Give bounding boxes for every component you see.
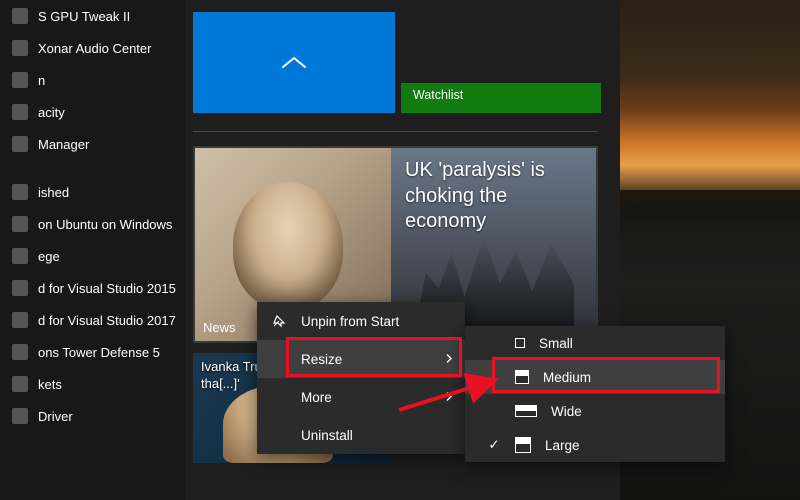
resize-option-medium[interactable]: Medium	[465, 360, 725, 394]
group-separator	[193, 131, 598, 132]
app-list-item[interactable]: Manager	[0, 128, 185, 160]
app-list-item[interactable]: ished	[0, 176, 185, 208]
tile-watchlist[interactable]: Watchlist	[401, 83, 601, 113]
app-label: ished	[38, 185, 69, 200]
menu-label: More	[301, 390, 332, 405]
resize-option-wide[interactable]: Wide	[465, 394, 725, 428]
app-list-item[interactable]: Driver	[0, 400, 185, 432]
app-list-item[interactable]: acity	[0, 96, 185, 128]
menu-label: Unpin from Start	[301, 314, 399, 329]
app-icon	[12, 40, 28, 56]
size-small-icon	[515, 338, 525, 348]
option-label: Small	[539, 336, 573, 351]
app-label: Manager	[38, 137, 89, 152]
app-label: Driver	[38, 409, 73, 424]
tile-context-menu: Unpin from Start Resize More Uninstall	[257, 302, 465, 454]
app-icon	[12, 8, 28, 24]
resize-option-small[interactable]: Small	[465, 326, 725, 360]
app-icon	[12, 344, 28, 360]
app-list-item[interactable]: kets	[0, 368, 185, 400]
app-list-item[interactable]: on Ubuntu on Windows	[0, 208, 185, 240]
app-label: n	[38, 73, 45, 88]
chevron-right-icon	[445, 352, 453, 367]
check-icon: ✓	[487, 437, 501, 453]
size-wide-icon	[515, 405, 537, 417]
menu-uninstall[interactable]: Uninstall	[257, 416, 465, 454]
app-list-item[interactable]: d for Visual Studio 2015	[0, 272, 185, 304]
tile-generic-blue[interactable]	[193, 12, 395, 113]
resize-option-large[interactable]: ✓ Large	[465, 428, 725, 462]
app-list-item[interactable]: Xonar Audio Center	[0, 32, 185, 64]
menu-label: Uninstall	[301, 428, 353, 443]
app-list-item[interactable]: ons Tower Defense 5	[0, 336, 185, 368]
app-icon	[12, 312, 28, 328]
menu-more[interactable]: More	[257, 378, 465, 416]
app-icon	[12, 184, 28, 200]
app-label: ege	[38, 249, 60, 264]
app-icon	[12, 136, 28, 152]
app-label: d for Visual Studio 2017	[38, 313, 176, 328]
app-icon	[12, 408, 28, 424]
size-medium-icon	[515, 370, 529, 384]
app-icon	[12, 376, 28, 392]
chevron-right-icon	[445, 390, 453, 405]
app-label: kets	[38, 377, 62, 392]
app-list-item[interactable]: S GPU Tweak II	[0, 0, 185, 32]
option-label: Medium	[543, 370, 591, 385]
app-label: d for Visual Studio 2015	[38, 281, 176, 296]
option-label: Wide	[551, 404, 582, 419]
news-headline: UK 'paralysis' is choking the economy	[405, 158, 585, 235]
resize-submenu: Small Medium Wide ✓ Large	[465, 326, 725, 462]
app-icon	[12, 280, 28, 296]
app-icon	[12, 104, 28, 120]
menu-label: Resize	[301, 352, 342, 367]
app-label: S GPU Tweak II	[38, 9, 130, 24]
app-label: acity	[38, 105, 65, 120]
app-list-item[interactable]: d for Visual Studio 2017	[0, 304, 185, 336]
tile-label: News	[203, 320, 236, 335]
option-label: Large	[545, 438, 580, 453]
app-list-item[interactable]: n	[0, 64, 185, 96]
tile-label: Watchlist	[413, 88, 463, 102]
app-label: ons Tower Defense 5	[38, 345, 160, 360]
chevron-up-icon	[280, 55, 308, 71]
app-icon	[12, 248, 28, 264]
app-icon	[12, 216, 28, 232]
app-icon	[12, 72, 28, 88]
app-list-item[interactable]: ege	[0, 240, 185, 272]
app-label: on Ubuntu on Windows	[38, 217, 172, 232]
app-label: Xonar Audio Center	[38, 41, 151, 56]
menu-resize[interactable]: Resize	[257, 340, 465, 378]
app-list: S GPU Tweak II Xonar Audio Center n acit…	[0, 0, 185, 500]
unpin-icon	[271, 314, 287, 328]
size-large-icon	[515, 437, 531, 453]
menu-unpin-from-start[interactable]: Unpin from Start	[257, 302, 465, 340]
